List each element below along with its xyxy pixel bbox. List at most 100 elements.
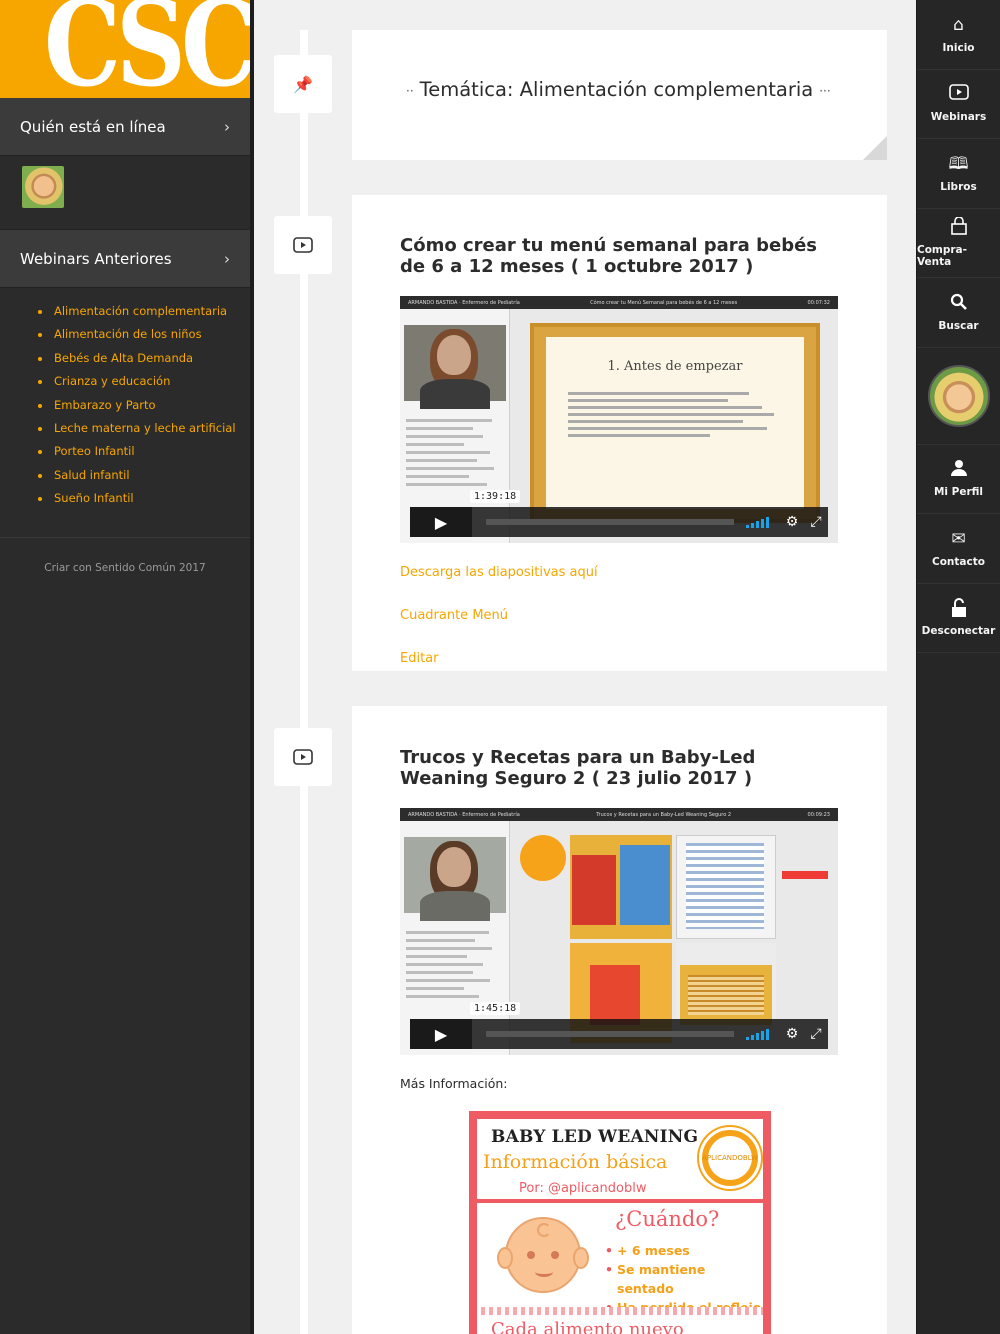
home-icon: ⌂ [953, 14, 964, 35]
infographic-subtitle: Información básica [483, 1151, 668, 1173]
video-elapsed: 00:07:32 [807, 299, 830, 306]
video-presenter: ARMANDO BASTIDA · Enfermero de Pediatría [408, 299, 520, 306]
nav-label: Compra-Venta [917, 244, 967, 269]
edit-link[interactable]: Editar [400, 651, 439, 666]
webinar-category-link[interactable]: Crianza y educación [38, 370, 250, 393]
webinar-post: Cómo crear tu menú semanal para bebés de… [352, 195, 887, 671]
site-logo[interactable]: CSC [0, 0, 250, 98]
video-progress-bar[interactable] [486, 1031, 734, 1037]
settings-icon[interactable]: ⚙ [780, 1026, 804, 1042]
nav-label: Contacto [932, 555, 985, 568]
volume-icon[interactable] [746, 1028, 770, 1040]
post-title[interactable]: Trucos y Recetas para un Baby-Led Weanin… [400, 747, 840, 789]
nav-contacto[interactable]: ✉ Contacto [917, 514, 1000, 584]
settings-icon[interactable]: ⚙ [780, 514, 804, 530]
chat-lines [406, 419, 502, 491]
download-slides-link[interactable]: Descarga las diapositivas aquí [400, 565, 598, 580]
video-controls: ▶ ⚙ ⤢ [410, 1019, 828, 1049]
webinar-category-link[interactable]: Bebés de Alta Demanda [38, 347, 250, 370]
online-panel-title: Quién está en línea [20, 117, 166, 136]
infographic-footer: Cada alimento nuevo [477, 1315, 763, 1334]
infographic-question: ¿Cuándo? [615, 1207, 720, 1231]
fullscreen-icon[interactable]: ⤢ [804, 514, 828, 530]
nav-inicio[interactable]: ⌂ Inicio [917, 0, 1000, 70]
video-controls: ▶ ⚙ ⤢ [410, 507, 828, 537]
nav-user-avatar[interactable] [917, 348, 1000, 445]
envelope-icon: ✉ [951, 528, 966, 549]
webinar-category-link[interactable]: Embarazo y Parto [38, 394, 250, 417]
presentation-slide: 1. Antes de empezar [530, 323, 820, 523]
webcam-thumbnail [404, 837, 506, 921]
zigzag-divider [477, 1307, 763, 1315]
play-button[interactable]: ▶ [410, 1019, 472, 1049]
webinars-panel-header[interactable]: Webinars Anteriores › [0, 230, 250, 288]
webinar-post: Trucos y Recetas para un Baby-Led Weanin… [352, 706, 887, 1334]
infographic-bullet: + 6 meses [605, 1241, 763, 1260]
play-icon [948, 84, 969, 106]
online-user-avatar[interactable] [22, 166, 64, 208]
video-session-title: Trucos y Recetas para un Baby-Led Weanin… [596, 811, 732, 818]
video-elapsed: 00:09:23 [807, 811, 830, 818]
video-header: ARMANDO BASTIDA · Enfermero de Pediatría… [400, 808, 838, 821]
topic-title-text: Temática: Alimentación complementaria [419, 78, 814, 101]
nav-desconectar[interactable]: Desconectar [917, 584, 1000, 653]
corner-fold-shadow [863, 136, 887, 160]
video-player[interactable]: ARMANDO BASTIDA · Enfermero de Pediatría… [400, 808, 838, 1055]
chevron-right-icon: › [224, 249, 230, 268]
blw-infographic[interactable]: BABY LED WEANING Información básica Por:… [469, 1111, 771, 1334]
baby-face-icon [497, 1217, 589, 1293]
nav-compra-venta[interactable]: Compra-Venta [917, 209, 1000, 278]
nav-buscar[interactable]: Buscar [917, 278, 1000, 348]
infographic-bottom-text: Cada alimento nuevo [491, 1319, 684, 1334]
fullscreen-icon[interactable]: ⤢ [804, 1026, 828, 1042]
chat-lines [406, 931, 502, 1003]
shopping-bag-icon [950, 216, 968, 239]
infographic-when-section: ¿Cuándo? + 6 meses Se mantiene sentado H… [477, 1203, 763, 1334]
video-session-title: Cómo crear tu Menú Semanal para bebés de… [590, 299, 738, 306]
left-sidebar: CSC Quién está en línea › Webinars Anter… [0, 0, 254, 1334]
product-photo-collage [520, 835, 832, 1045]
title-suffix: ··· [819, 83, 831, 98]
webinar-category-link[interactable]: Leche materna y leche artificial [38, 417, 250, 440]
video-header: ARMANDO BASTIDA · Enfermero de Pediatría… [400, 296, 838, 309]
more-info-label: Más Información: [400, 1076, 508, 1091]
play-button[interactable]: ▶ [410, 507, 472, 537]
menu-chart-link[interactable]: Cuadrante Menú [400, 608, 508, 623]
chevron-right-icon: › [224, 117, 230, 136]
online-panel-header[interactable]: Quién está en línea › [0, 98, 250, 156]
infographic-title: BABY LED WEANING [491, 1127, 699, 1147]
post-title[interactable]: Cómo crear tu menú semanal para bebés de… [400, 235, 840, 277]
nav-label: Mi Perfil [933, 486, 984, 499]
nav-label: Buscar [938, 319, 979, 332]
nav-label: Webinars [930, 111, 987, 124]
avatar [927, 364, 990, 427]
webinar-category-link[interactable]: Sueño Infantil [38, 487, 250, 510]
webinar-category-link[interactable]: Porteo Infantil [38, 440, 250, 463]
webinar-category-link[interactable]: Salud infantil [38, 464, 250, 487]
video-duration: 1:39:18 [470, 490, 521, 503]
pin-icon: 📌 [274, 55, 332, 113]
search-icon [950, 293, 968, 315]
volume-icon[interactable] [746, 516, 770, 528]
user-icon [950, 459, 968, 481]
video-icon [274, 728, 332, 786]
video-duration: 1:45:18 [470, 1002, 521, 1015]
infographic-bullet: Se mantiene sentado [605, 1260, 763, 1298]
sidebar-footer: Criar con Sentido Común 2017 [44, 561, 206, 574]
right-nav: ⌂ Inicio Webinars 🕮 Libros Compra-Venta … [916, 0, 1000, 1334]
video-player[interactable]: ARMANDO BASTIDA · Enfermero de Pediatría… [400, 296, 838, 543]
badge-text: APLICANDOBLW [702, 1136, 758, 1180]
webinar-category-link[interactable]: Alimentación de los niños [38, 323, 250, 346]
video-progress-bar[interactable] [486, 519, 734, 525]
nav-mi-perfil[interactable]: Mi Perfil [917, 445, 1000, 514]
title-prefix: ·· [406, 83, 414, 98]
pinned-topic-card: ·· Temática: Alimentación complementaria ·… [352, 30, 887, 160]
webinar-category-link[interactable]: Alimentación complementaria [38, 300, 250, 323]
webcam-thumbnail [404, 325, 506, 409]
nav-webinars[interactable]: Webinars [917, 70, 1000, 139]
video-presenter: ARMANDO BASTIDA · Enfermero de Pediatría [408, 811, 520, 818]
video-icon [274, 216, 332, 274]
nav-label: Desconectar [921, 625, 996, 638]
nav-libros[interactable]: 🕮 Libros [917, 139, 1000, 209]
infographic-header: BABY LED WEANING Información básica Por:… [477, 1119, 763, 1199]
